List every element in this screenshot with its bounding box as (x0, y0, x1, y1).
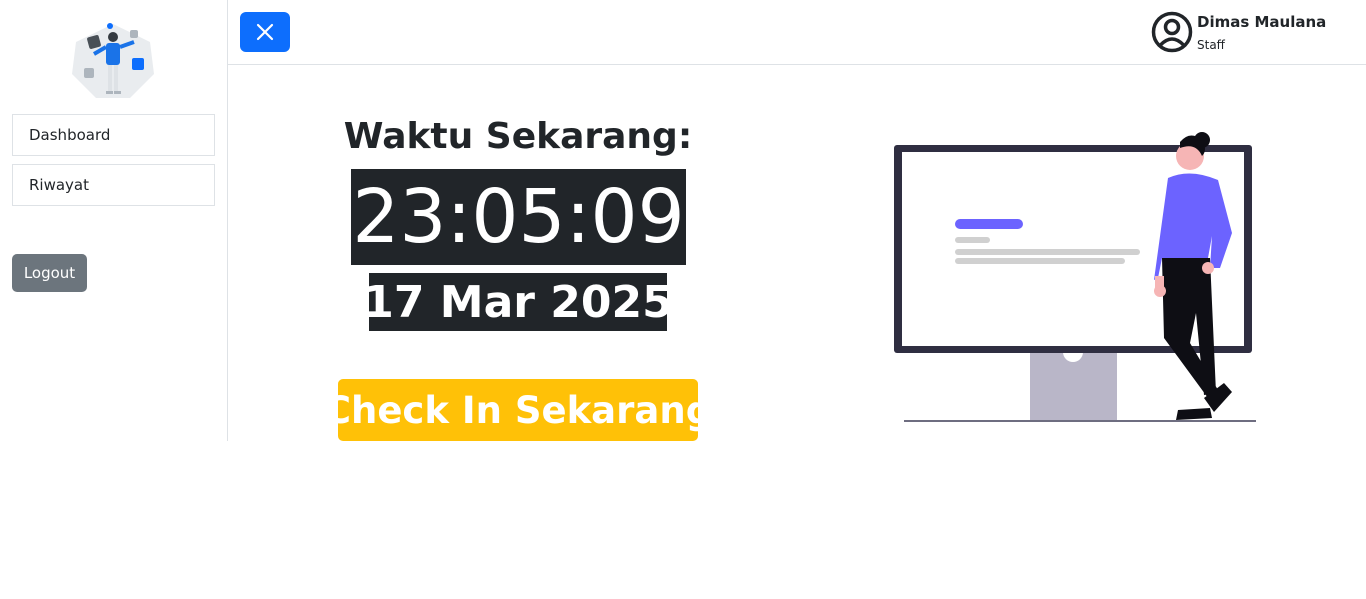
sidebar-item-label: Riwayat (29, 176, 89, 194)
check-in-button-label: Check In Sekarang (323, 388, 713, 432)
logout-button[interactable]: Logout (12, 254, 87, 292)
clock-time: 23:05:09 (352, 174, 685, 260)
user-name: Dimas Maulana (1197, 13, 1327, 31)
app-logo (70, 22, 156, 100)
sidebar-item-dashboard[interactable]: Dashboard (12, 114, 215, 156)
sidebar: Dashboard Riwayat Logout (0, 0, 228, 441)
check-in-button[interactable]: Check In Sekarang (324, 379, 712, 441)
close-icon (256, 23, 274, 41)
sidebar-item-riwayat[interactable]: Riwayat (12, 164, 215, 206)
logout-button-label: Logout (23, 264, 76, 282)
monitor-illustration (890, 128, 1260, 424)
date-text: 17 Mar 2025 (363, 276, 673, 328)
user-role: Staff (1197, 38, 1225, 52)
clock-display: 23:05:09 (351, 169, 686, 265)
top-header: Dimas Maulana Staff (228, 0, 1366, 65)
sidebar-item-label: Dashboard (29, 126, 111, 144)
current-time-title: Waktu Sekarang: (343, 116, 693, 157)
close-sidebar-button[interactable] (240, 12, 290, 52)
user-circle-icon[interactable] (1151, 11, 1193, 53)
date-display: 17 Mar 2025 (363, 273, 673, 331)
